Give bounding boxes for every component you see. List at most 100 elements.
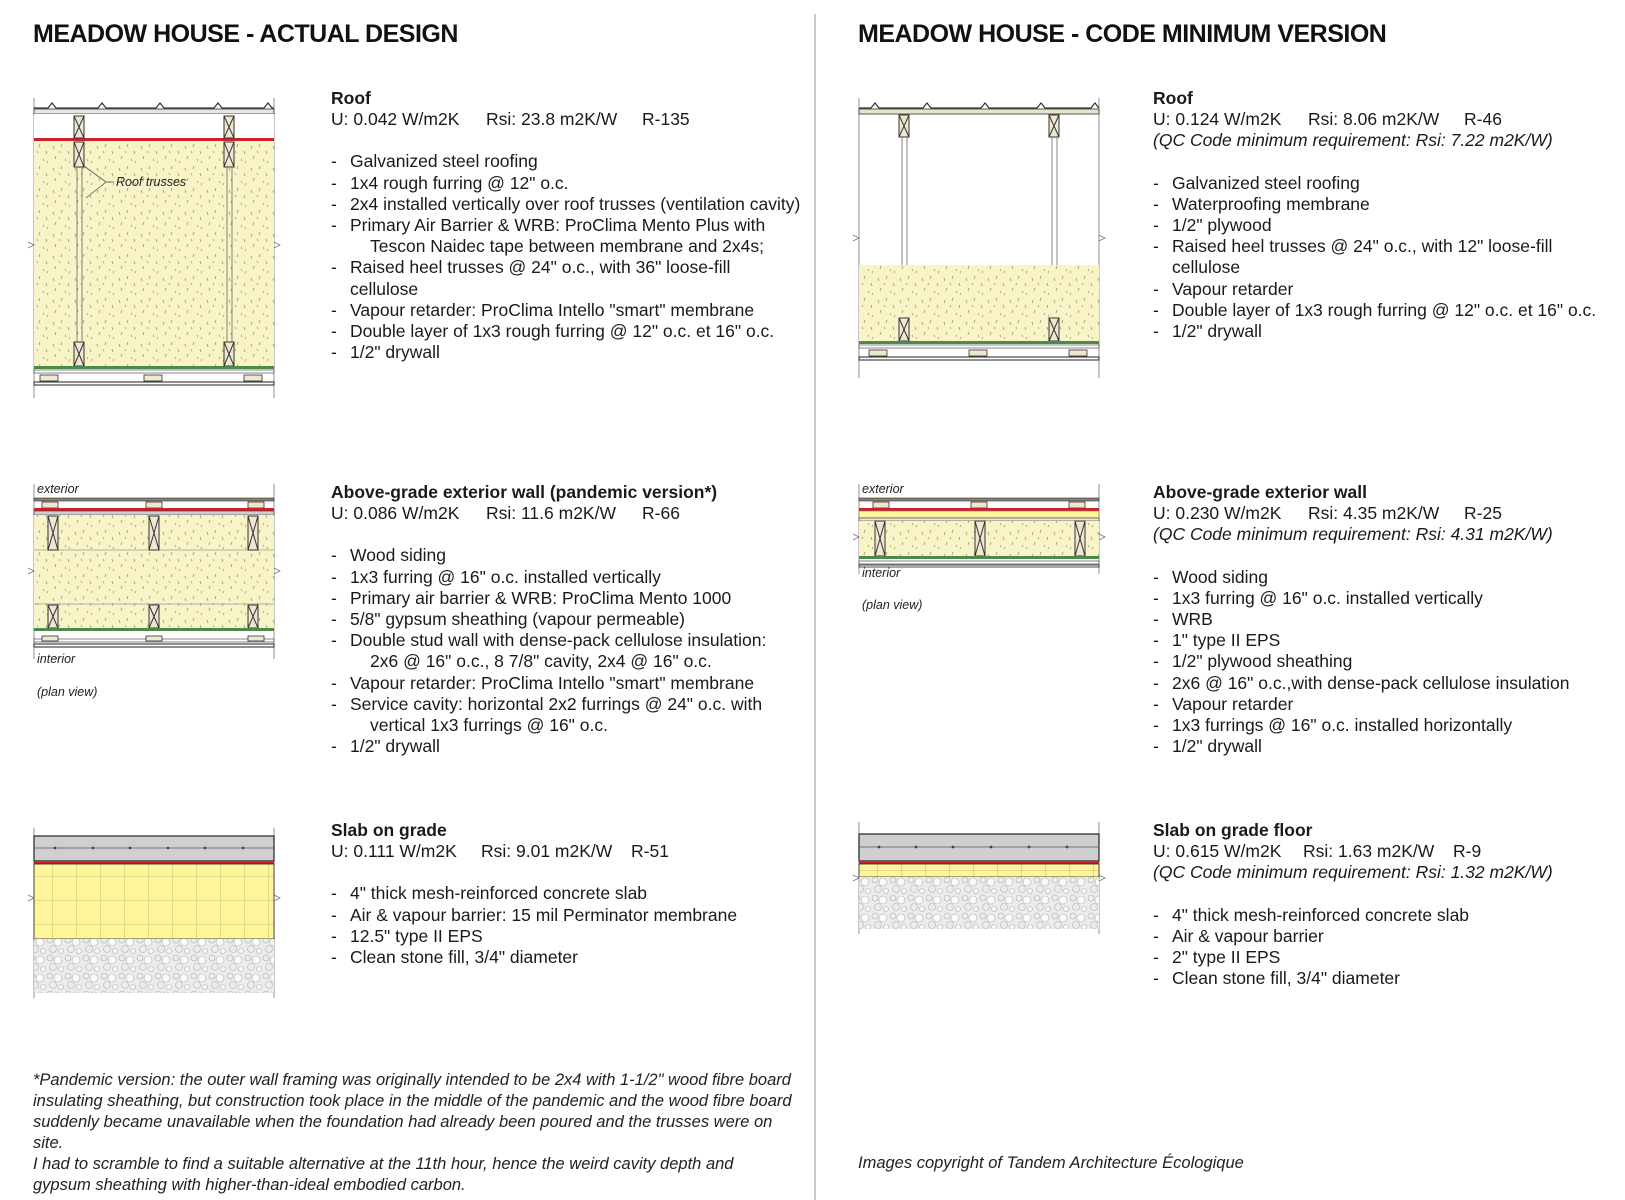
r-value: R-135 bbox=[642, 109, 690, 130]
layer-item: Clean stone fill, 3/4" diameter bbox=[1153, 968, 1623, 989]
layer-item: Wood siding bbox=[1153, 567, 1623, 588]
layer-item: 1x3 furring @ 16" o.c. installed vertica… bbox=[1153, 588, 1623, 609]
u-value: U: 0.124 W/m2K bbox=[1153, 109, 1282, 130]
slab-spec-code: Slab on grade floor U: 0.615 W/m2K Rsi: 1… bbox=[1153, 820, 1623, 990]
layer-item: 2x6 @ 16" o.c.,with dense-pack cellulose… bbox=[1153, 673, 1623, 694]
u-value: U: 0.111 W/m2K bbox=[331, 841, 457, 862]
layer-text: 1x3 furring @ 16" o.c. installed vertica… bbox=[1172, 587, 1483, 608]
column-divider bbox=[814, 14, 816, 1200]
layer-text: 1/2" plywood sheathing bbox=[1172, 651, 1353, 672]
layer-text: Galvanized steel roofing bbox=[350, 151, 538, 172]
right-title: MEADOW HOUSE - CODE MINIMUM VERSION bbox=[858, 20, 1387, 48]
layer-text: 4" thick mesh-reinforced concrete slab bbox=[350, 883, 648, 904]
footnote-line: *Pandemic version: the outer wall framin… bbox=[33, 1071, 791, 1089]
layer-text: Clean stone fill, 3/4" diameter bbox=[350, 947, 578, 968]
r-value: R-51 bbox=[631, 841, 669, 862]
roof-heading: Roof bbox=[1153, 88, 1193, 108]
layer-item: 1x3 furrings @ 16" o.c. installed horizo… bbox=[1153, 715, 1623, 736]
slab-metrics: U: 0.615 W/m2K Rsi: 1.63 m2K/W R-9 bbox=[1153, 841, 1623, 862]
code-requirement: (QC Code minimum requirement: Rsi: 4.31 … bbox=[1153, 524, 1553, 545]
layer-text: Vapour retarder: ProClima Intello "smart… bbox=[350, 299, 755, 320]
r-value: R-25 bbox=[1464, 503, 1502, 524]
layer-text: Vapour retarder bbox=[1172, 278, 1294, 299]
layer-item: Wood siding bbox=[331, 545, 801, 566]
slab-heading: Slab on grade bbox=[331, 820, 447, 840]
layer-text: 2x6 @ 16" o.c.,with dense-pack cellulose… bbox=[1172, 672, 1570, 693]
layer-item: 1x3 furring @ 16" o.c. installed vertica… bbox=[331, 567, 801, 588]
wall-spec-actual: Above-grade exterior wall (pandemic vers… bbox=[331, 482, 801, 758]
layer-item: 1/2" plywood sheathing bbox=[1153, 651, 1623, 672]
copyright-notice: Images copyright of Tandem Architecture … bbox=[858, 1154, 1244, 1172]
roof-diagram-code bbox=[853, 98, 1106, 378]
slab-layers-list: 4" thick mesh-reinforced concrete slabAi… bbox=[1153, 905, 1623, 990]
layer-item: 1/2" drywall bbox=[331, 342, 801, 363]
wall-metrics: U: 0.086 W/m2K Rsi: 11.6 m2K/W R-66 bbox=[331, 503, 801, 524]
wall-spec-code: Above-grade exterior wall U: 0.230 W/m2K… bbox=[1153, 482, 1623, 758]
code-requirement: (QC Code minimum requirement: Rsi: 1.32 … bbox=[1153, 862, 1553, 883]
layer-item: 12.5" type II EPS bbox=[331, 926, 801, 947]
layer-text: 1x4 rough furring @ 12" o.c. bbox=[350, 172, 569, 193]
layer-text: Wood siding bbox=[1172, 566, 1268, 587]
layer-text-continued: vertical 1x3 furrings @ 16" o.c. bbox=[370, 715, 608, 736]
layer-item: Air & vapour barrier bbox=[1153, 926, 1623, 947]
u-value: U: 0.042 W/m2K bbox=[331, 109, 460, 130]
layer-item: Clean stone fill, 3/4" diameter bbox=[331, 947, 801, 968]
layer-item: Primary air barrier & WRB: ProClima Ment… bbox=[331, 588, 801, 609]
layer-item: 4" thick mesh-reinforced concrete slab bbox=[1153, 905, 1623, 926]
roof-heading: Roof bbox=[331, 88, 371, 108]
layer-text-continued: 2x6 @ 16" o.c., 8 7/8" cavity, 2x4 @ 16"… bbox=[370, 651, 712, 672]
wall-layers-list: Wood siding1x3 furring @ 16" o.c. instal… bbox=[331, 545, 801, 757]
roof-spec-actual: Roof U: 0.042 W/m2K Rsi: 23.8 m2K/W R-135 … bbox=[331, 88, 801, 364]
u-value: U: 0.615 W/m2K bbox=[1153, 841, 1282, 862]
layer-item: Double stud wall with dense-pack cellulo… bbox=[331, 630, 801, 672]
wall-heading: Above-grade exterior wall bbox=[1153, 482, 1367, 502]
layer-text: Primary Air Barrier & WRB: ProClima Ment… bbox=[350, 215, 766, 236]
layer-text: 5/8" gypsum sheathing (vapour permeable) bbox=[350, 609, 686, 630]
layer-item: Service cavity: horizontal 2x2 furrings … bbox=[331, 694, 801, 736]
layer-item: Vapour retarder bbox=[1153, 279, 1623, 300]
r-value: R-66 bbox=[642, 503, 680, 524]
layer-item: 4" thick mesh-reinforced concrete slab bbox=[331, 883, 801, 904]
layer-text: Waterproofing membrane bbox=[1172, 193, 1370, 214]
code-requirement: (QC Code minimum requirement: Rsi: 7.22 … bbox=[1153, 130, 1553, 151]
layer-text: 1" type II EPS bbox=[1172, 630, 1281, 651]
layer-item: Vapour retarder bbox=[1153, 694, 1623, 715]
layer-text: Service cavity: horizontal 2x2 furrings … bbox=[350, 693, 763, 714]
layer-item: Primary Air Barrier & WRB: ProClima Ment… bbox=[331, 215, 801, 257]
roof-diagram-actual: Roof trusses bbox=[28, 98, 281, 398]
left-title: MEADOW HOUSE - ACTUAL DESIGN bbox=[33, 20, 458, 48]
layer-text: 1/2" plywood bbox=[1172, 215, 1272, 236]
rsi-value: Rsi: 23.8 m2K/W bbox=[486, 109, 618, 130]
layer-item: 1/2" drywall bbox=[1153, 321, 1623, 342]
layer-item: Galvanized steel roofing bbox=[1153, 173, 1623, 194]
layer-text: 1x3 furrings @ 16" o.c. installed horizo… bbox=[1172, 715, 1513, 736]
footnote-line: gypsum sheathing with higher-than-ideal … bbox=[33, 1176, 466, 1194]
layer-item: 1" type II EPS bbox=[1153, 630, 1623, 651]
layer-text: Clean stone fill, 3/4" diameter bbox=[1172, 968, 1400, 989]
layer-text: 1/2" drywall bbox=[1172, 321, 1262, 342]
plan-view-label: (plan view) bbox=[862, 598, 923, 612]
layer-text: 2" type II EPS bbox=[1172, 947, 1281, 968]
layer-item: Double layer of 1x3 rough furring @ 12" … bbox=[1153, 300, 1623, 321]
rsi-value: Rsi: 9.01 m2K/W bbox=[481, 841, 613, 862]
layer-text: 1x3 furring @ 16" o.c. installed vertica… bbox=[350, 566, 661, 587]
roof-layers-list: Galvanized steel roofing1x4 rough furrin… bbox=[331, 151, 801, 363]
wall-diagram-code bbox=[853, 484, 1106, 574]
rsi-value: Rsi: 1.63 m2K/W bbox=[1303, 841, 1435, 862]
layer-item: 2" type II EPS bbox=[1153, 947, 1623, 968]
layer-text: Double stud wall with dense-pack cellulo… bbox=[350, 630, 767, 651]
rsi-value: Rsi: 8.06 m2K/W bbox=[1308, 109, 1440, 130]
slab-layers-list: 4" thick mesh-reinforced concrete slabAi… bbox=[331, 883, 801, 968]
layer-item: 1/2" plywood bbox=[1153, 215, 1623, 236]
slab-diagram-code bbox=[853, 822, 1106, 934]
u-value: U: 0.230 W/m2K bbox=[1153, 503, 1282, 524]
layer-text: Wood siding bbox=[350, 545, 446, 566]
layer-text: Galvanized steel roofing bbox=[1172, 172, 1360, 193]
layer-text: 1/2" drywall bbox=[350, 342, 440, 363]
footnote-line: insulating sheathing, but construction t… bbox=[33, 1092, 792, 1110]
layer-text-continued: Tescon Naidec tape between membrane and … bbox=[370, 236, 764, 257]
slab-spec-actual: Slab on grade U: 0.111 W/m2K Rsi: 9.01 m2… bbox=[331, 820, 801, 968]
interior-label: interior bbox=[862, 566, 901, 580]
layer-item: Galvanized steel roofing bbox=[331, 151, 801, 172]
layer-item: 1/2" drywall bbox=[1153, 736, 1623, 757]
